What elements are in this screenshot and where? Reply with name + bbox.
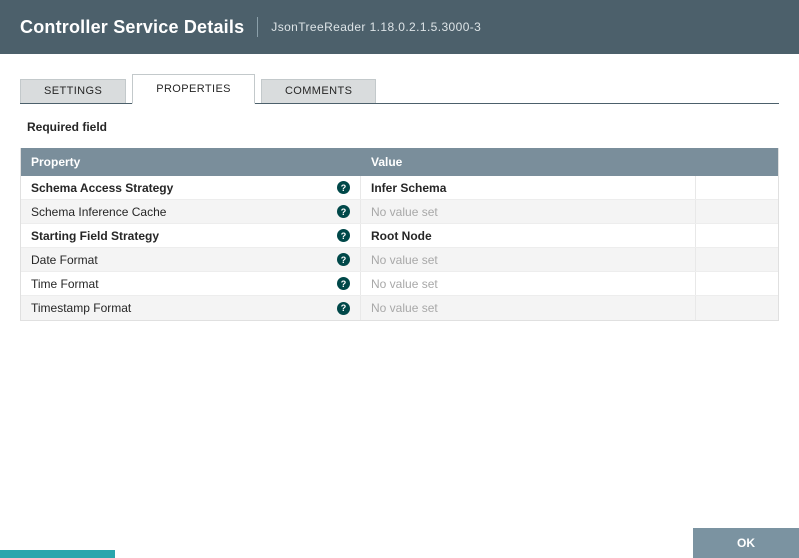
property-value: Root Node <box>371 228 432 243</box>
controller-service-details-dialog: { "header": { "title": "Controller Servi… <box>0 0 799 558</box>
dialog-subtitle: JsonTreeReader 1.18.0.2.1.5.3000-3 <box>271 20 482 34</box>
property-name: Schema Inference Cache <box>31 204 167 219</box>
tab-properties[interactable]: PROPERTIES <box>132 74 255 104</box>
tab-bar: SETTINGS PROPERTIES COMMENTS <box>20 74 779 104</box>
table-header-row: Property Value <box>21 148 778 176</box>
header-divider <box>257 17 259 37</box>
property-name: Starting Field Strategy <box>31 228 160 243</box>
property-cell: Date Format ? <box>21 248 361 271</box>
value-cell[interactable]: No value set <box>361 296 696 320</box>
property-name: Schema Access Strategy <box>31 180 174 195</box>
property-value: Infer Schema <box>371 180 447 195</box>
column-header-extra <box>696 148 778 176</box>
property-value: No value set <box>371 252 438 267</box>
question-circle-icon[interactable]: ? <box>337 253 350 266</box>
value-cell[interactable]: Infer Schema <box>361 176 696 199</box>
table-row[interactable]: Date Format ? No value set <box>21 248 778 272</box>
value-cell[interactable]: No value set <box>361 200 696 223</box>
tab-settings[interactable]: SETTINGS <box>20 79 127 103</box>
question-circle-icon[interactable]: ? <box>337 301 350 315</box>
property-cell: Starting Field Strategy ? <box>21 224 361 247</box>
property-cell: Timestamp Format ? <box>21 296 361 320</box>
tab-comments[interactable]: COMMENTS <box>260 79 377 103</box>
table-row[interactable]: Schema Inference Cache ? No value set <box>21 200 778 224</box>
property-name: Time Format <box>31 276 99 291</box>
question-circle-icon[interactable]: ? <box>337 277 350 290</box>
property-value: No value set <box>371 276 438 291</box>
property-cell: Schema Access Strategy ? <box>21 176 361 199</box>
extra-cell <box>696 200 778 223</box>
property-value: No value set <box>371 301 438 315</box>
table-row[interactable]: Starting Field Strategy ? Root Node <box>21 224 778 248</box>
extra-cell <box>696 296 778 320</box>
table-row[interactable]: Time Format ? No value set <box>21 272 778 296</box>
extra-cell <box>696 272 778 295</box>
properties-table: Property Value Schema Access Strategy ? … <box>20 148 779 321</box>
column-header-property: Property <box>21 148 361 176</box>
column-header-property-label: Property <box>31 155 81 169</box>
dialog-header: Controller Service Details JsonTreeReade… <box>0 0 799 54</box>
question-circle-icon[interactable]: ? <box>337 181 350 194</box>
dialog-title: Controller Service Details <box>20 16 245 37</box>
question-circle-icon[interactable]: ? <box>337 229 350 242</box>
table-body: Schema Access Strategy ? Infer Schema Sc… <box>21 176 778 320</box>
extra-cell <box>696 224 778 247</box>
property-value: No value set <box>371 204 438 219</box>
required-field-note: Required field <box>27 120 108 134</box>
property-cell: Schema Inference Cache ? <box>21 200 361 223</box>
column-header-value: Value <box>361 148 696 176</box>
property-cell: Time Format ? <box>21 272 361 295</box>
extra-cell <box>696 248 778 271</box>
value-cell[interactable]: No value set <box>361 248 696 271</box>
question-circle-icon[interactable]: ? <box>337 205 350 218</box>
value-cell[interactable]: Root Node <box>361 224 696 247</box>
value-cell[interactable]: No value set <box>361 272 696 295</box>
extra-cell <box>696 176 778 199</box>
column-header-value-label: Value <box>371 155 403 169</box>
table-row[interactable]: Schema Access Strategy ? Infer Schema <box>21 176 778 200</box>
property-name: Timestamp Format <box>31 301 132 315</box>
table-row[interactable]: Timestamp Format ? No value set <box>21 296 778 320</box>
property-name: Date Format <box>31 252 98 267</box>
ok-button[interactable]: OK <box>693 528 799 558</box>
bottom-left-accent <box>0 550 115 558</box>
